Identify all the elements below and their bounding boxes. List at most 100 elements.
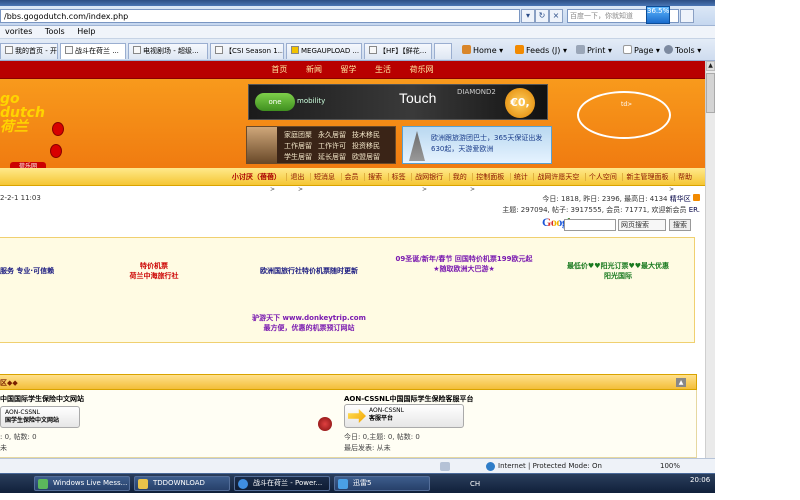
nav-admin-panel[interactable]: 新主管理面板 xyxy=(622,173,672,181)
chevron-right-icon: > xyxy=(298,186,304,193)
nav-messages[interactable]: 短消息 xyxy=(309,173,338,181)
thunder-icon xyxy=(338,479,348,489)
scroll-up-icon[interactable]: ▲ xyxy=(706,61,715,71)
dropdown-markers: > > > > > xyxy=(0,186,705,194)
tab-kaixin[interactable]: 我的首页 - 开心... xyxy=(0,43,58,59)
tab-csi[interactable]: 【CSI Season 1... xyxy=(210,43,284,59)
system-tray: CH xyxy=(470,476,715,492)
ad-banner-europe-tour[interactable]: 欧洲跟旅游团巴士，365天保证出发 630起，天游爱欧洲 xyxy=(402,126,552,164)
home-button[interactable]: Home ▾ xyxy=(462,44,503,58)
ad-immigration-services: 家庭团聚 永久居留 技术移民 工作居留 工作许可 投资移民 学生居留 延长居留 欧盟居留 xyxy=(284,131,380,161)
megaupload-icon xyxy=(291,46,299,54)
nav-stats[interactable]: 统计 xyxy=(509,173,531,181)
tab-megaupload[interactable]: MEGAUPLOAD ... xyxy=(286,43,362,59)
google-search-input[interactable] xyxy=(564,219,616,231)
ad-link-cheap-tickets[interactable]: 特价机票 荷兰中海旅行社 xyxy=(118,261,190,281)
windows-taskbar: Windows Live Mess... TDDOWNLOAD 战斗在荷兰 - … xyxy=(0,473,715,493)
forum-button-insurance[interactable]: AON-CSSNL 国学生保险中文网站 xyxy=(0,406,80,428)
nav-personal-space[interactable]: 个人空间 xyxy=(584,173,620,181)
ad-link-service[interactable]: 服务 专业·可信赖 xyxy=(0,266,54,276)
scroll-thumb[interactable] xyxy=(706,73,715,113)
input-language[interactable]: CH xyxy=(470,480,480,488)
ad-banner-touch-diamond[interactable]: one mobility Touch DIAMOND2 €0, xyxy=(248,84,548,120)
nav-life[interactable]: 生活 xyxy=(375,65,391,74)
nav-study[interactable]: 留学 xyxy=(341,65,357,74)
tab-bar: 我的首页 - 开心... 战斗在荷兰 ... 电视剧场 - 超级... 【CSI… xyxy=(0,39,715,61)
tab-tv-theatre[interactable]: 电视剧场 - 超级... xyxy=(128,43,208,59)
tab-gogodutch[interactable]: 战斗在荷兰 ... xyxy=(60,43,126,59)
address-dropdown-icon[interactable]: ▾ xyxy=(521,9,535,23)
rss-icon[interactable] xyxy=(693,194,700,201)
ad-euro-badge: €0, xyxy=(505,88,535,118)
search-icon[interactable] xyxy=(680,9,694,23)
ad-photo xyxy=(247,127,277,163)
page-button[interactable]: Page ▾ xyxy=(623,44,660,58)
digest-link[interactable]: 精华区 xyxy=(670,195,691,203)
task-ie-window[interactable]: 战斗在荷兰 - Power... xyxy=(234,476,330,491)
feeds-button[interactable]: Feeds (J) ▾ xyxy=(515,44,567,58)
vertical-scrollbar[interactable]: ▲ xyxy=(705,61,715,458)
taskbar-clock[interactable]: 20:06 xyxy=(690,476,710,484)
task-tddownload[interactable]: TDDOWNLOAD xyxy=(134,476,230,491)
user-name-link[interactable]: 小讨厌（蓓蓓） xyxy=(229,173,284,181)
forum-link-service-platform[interactable]: AON-CSSNL中国国际学生保险客服平台 xyxy=(344,394,474,404)
nav-heyle[interactable]: 荷乐网 xyxy=(410,65,434,74)
nav-help[interactable]: 帮助 xyxy=(674,173,695,181)
page-icon xyxy=(5,46,13,54)
security-zone-label[interactable]: Internet | Protected Mode: On xyxy=(498,462,602,470)
nav-home[interactable]: 首页 xyxy=(271,65,287,74)
rss-icon xyxy=(515,45,524,54)
address-bar-row: /bbs.gogodutch.com/index.php ▾ ↻ × 百度一下，… xyxy=(0,6,715,26)
nav-members[interactable]: 会员 xyxy=(340,173,362,181)
refresh-icon[interactable]: ↻ xyxy=(535,9,549,23)
site-top-nav: 首页 新闻 留学 生活 荷乐网 xyxy=(0,61,705,79)
site-logo[interactable]: go dutch 荷兰 荷乐网 xyxy=(0,84,68,172)
folder-icon xyxy=(138,479,148,489)
nav-news[interactable]: 新闻 xyxy=(306,65,322,74)
page-icon xyxy=(369,46,377,54)
forum-link-insurance[interactable]: 中国国际学生保险中文网站 xyxy=(0,394,84,404)
task-windows-live-messenger[interactable]: Windows Live Mess... xyxy=(34,476,130,491)
page-icon xyxy=(133,46,141,54)
new-tab-button[interactable] xyxy=(434,43,452,59)
google-search-button[interactable]: 搜索 xyxy=(669,219,691,231)
lantern-icon xyxy=(52,122,64,136)
nav-wish-sky[interactable]: 战网许愿天空 xyxy=(533,173,583,181)
address-input[interactable]: /bbs.gogodutch.com/index.php xyxy=(0,9,520,23)
user-nav: 小讨厌（蓓蓓） 退出 短消息 会员 搜索 标签 战网银行 我的 控制面板 统计 … xyxy=(0,168,705,186)
tab-hf[interactable]: 【HF】【鲜花... xyxy=(364,43,432,59)
nav-logout[interactable]: 退出 xyxy=(286,173,308,181)
task-xunlei[interactable]: 迅雷5 xyxy=(334,476,430,491)
ad-link-sunshine[interactable]: 最低价♥♥阳光订票♥♥最大优惠 阳光国际 xyxy=(560,261,676,281)
ad-link-euro-travel[interactable]: 欧洲国旅行社特价机票随时更新 xyxy=(248,266,370,276)
ad-link-holiday-tickets[interactable]: 09圣诞/新年/春节 回国特价机票199欧元起 ★随取欧洲大巴游★ xyxy=(388,254,540,274)
tools-button[interactable]: Tools ▾ xyxy=(664,44,701,58)
zoom-level[interactable]: 100% xyxy=(660,462,680,470)
forum-section-body: 中国国际学生保险中文网站 AON-CSSNL 国学生保险中文网站 : 0, 帖数… xyxy=(0,390,697,458)
menu-help[interactable]: Help xyxy=(72,26,100,37)
google-search-type-select[interactable]: 网页搜索 xyxy=(618,219,666,231)
collapse-icon[interactable]: ▲ xyxy=(676,378,686,387)
forum-button-service-platform[interactable]: AON-CSSNL 客服平台 xyxy=(344,404,464,428)
new-member-link[interactable]: ER. xyxy=(689,206,700,214)
stop-icon[interactable]: × xyxy=(549,9,563,23)
print-button[interactable]: Print ▾ xyxy=(576,44,612,58)
nav-bank[interactable]: 战网银行 xyxy=(411,173,447,181)
cpu-meter: 36.5% xyxy=(646,6,670,24)
forum-section-header: 区◆◆ ▲ xyxy=(0,374,697,390)
ad-link-donkeytrip[interactable]: 驴游天下 www.donkeytrip.com 最方便，优惠的机票预订网站 xyxy=(248,313,370,333)
menu-tools[interactable]: Tools xyxy=(40,26,70,37)
last-visit-date: 2-2-1 11:03 xyxy=(0,194,41,202)
browser-status-bar: Internet | Protected Mode: On 100% xyxy=(0,458,715,473)
printer-icon xyxy=(576,45,585,54)
globe-icon xyxy=(486,462,495,471)
ad-banner-immigration[interactable]: 家庭团聚 永久居留 技术移民 工作居留 工作许可 投资移民 学生居留 延长居留 欧盟居留 xyxy=(246,126,396,164)
chevron-right-icon: > xyxy=(422,186,428,193)
forum-section-title: 区◆◆ xyxy=(0,379,18,387)
nav-mine[interactable]: 我的 xyxy=(448,173,470,181)
nav-tags[interactable]: 标签 xyxy=(387,173,409,181)
menu-favorites[interactable]: vorites xyxy=(0,26,37,37)
nav-control-panel[interactable]: 控制面板 xyxy=(472,173,508,181)
security-icon xyxy=(440,462,450,471)
nav-search[interactable]: 搜索 xyxy=(364,173,386,181)
